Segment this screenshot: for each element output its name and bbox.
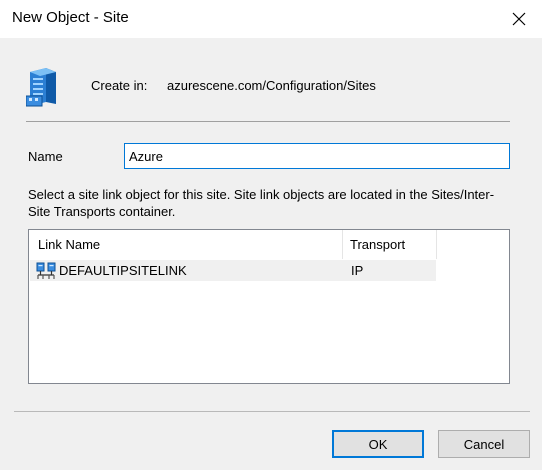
close-icon bbox=[512, 12, 526, 26]
site-link-list[interactable]: Link Name Transport DEFAULTIPSITELINK IP bbox=[28, 229, 510, 384]
link-name-cell: DEFAULTIPSITELINK bbox=[59, 263, 187, 278]
window-title: New Object - Site bbox=[12, 9, 129, 26]
cancel-button[interactable]: Cancel bbox=[438, 430, 530, 458]
separator bbox=[14, 411, 530, 412]
site-object-icon bbox=[25, 64, 60, 108]
close-button[interactable] bbox=[496, 0, 542, 38]
create-in-path: azurescene.com/Configuration/Sites bbox=[167, 78, 376, 93]
create-in-label: Create in: bbox=[91, 78, 148, 93]
title-bar: New Object - Site bbox=[0, 0, 542, 38]
site-link-icon bbox=[36, 262, 56, 280]
name-label: Name bbox=[28, 149, 63, 164]
column-header-transport[interactable]: Transport bbox=[343, 230, 437, 259]
site-link-description: Select a site link object for this site.… bbox=[28, 187, 495, 219]
ok-button[interactable]: OK bbox=[332, 430, 424, 458]
transport-cell: IP bbox=[351, 263, 364, 278]
name-input[interactable] bbox=[124, 143, 510, 169]
separator bbox=[26, 121, 510, 122]
list-header: Link Name Transport bbox=[29, 230, 437, 259]
column-header-link-name[interactable]: Link Name bbox=[29, 230, 343, 259]
list-item[interactable]: DEFAULTIPSITELINK IP bbox=[30, 260, 436, 281]
